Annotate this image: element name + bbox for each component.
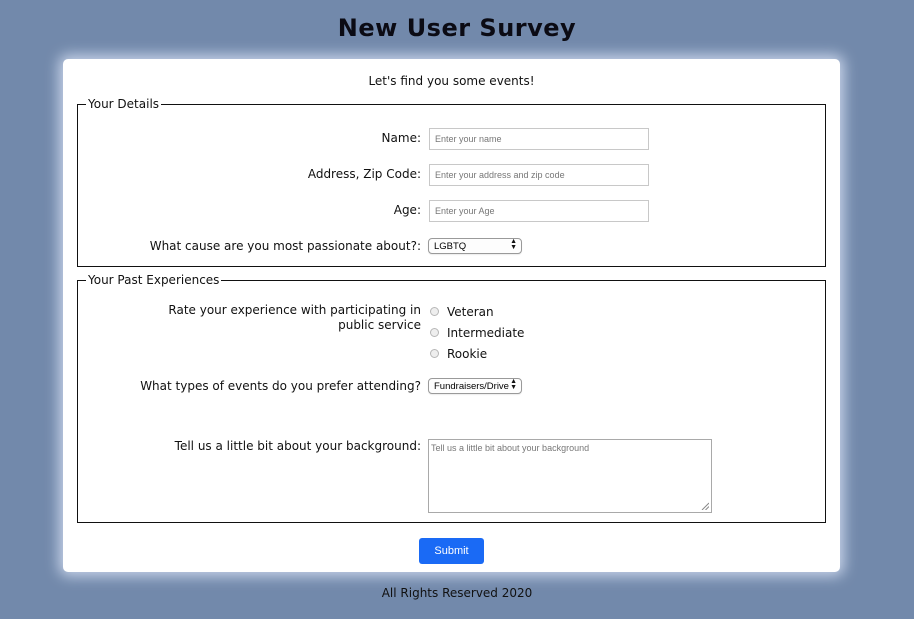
radio-circle[interactable]	[430, 349, 439, 358]
age-label: Age:	[393, 203, 421, 217]
name-label: Name:	[381, 131, 421, 145]
rating-label: Rate your experience with participating …	[168, 303, 421, 332]
address-label: Address, Zip Code:	[307, 167, 421, 181]
background-placeholder: Tell us a little bit about your backgrou…	[431, 443, 590, 453]
radio-rookie-label: Rookie	[447, 347, 488, 361]
submit-button[interactable]: Submit	[419, 538, 484, 564]
cause-label: What cause are you most passionate about…	[149, 239, 421, 253]
address-input[interactable]: Enter your address and zip code	[429, 164, 649, 186]
updown-arrows-icon: ▲ ▼	[510, 238, 517, 251]
radio-veteran[interactable]: Veteran	[430, 305, 494, 321]
events-select[interactable]: Fundraisers/Drive ▲ ▼	[428, 378, 522, 394]
name-input[interactable]: Enter your name	[429, 128, 649, 150]
radio-circle[interactable]	[430, 328, 439, 337]
address-row: Address, Zip Code: Enter your address an…	[78, 164, 825, 186]
survey-card: Let's find you some events! Your Details…	[63, 59, 840, 572]
radio-intermediate[interactable]: Intermediate	[430, 326, 524, 342]
events-select-value: Fundraisers/Drive	[434, 381, 509, 392]
footer-text: All Rights Reserved 2020	[381, 586, 533, 600]
age-input[interactable]: Enter your Age	[429, 200, 649, 222]
cause-select[interactable]: LGBTQ ▲ ▼	[428, 238, 522, 254]
radio-circle[interactable]	[430, 307, 439, 316]
updown-arrows-icon: ▲ ▼	[509, 378, 517, 391]
your-details-legend: Your Details	[88, 97, 160, 111]
past-experiences-fieldset: Your Past Experiences Rate your experien…	[77, 273, 826, 523]
past-experiences-legend: Your Past Experiences	[88, 273, 220, 287]
resize-grip-icon[interactable]	[701, 502, 709, 510]
background-label: Tell us a little bit about your backgrou…	[174, 439, 421, 453]
radio-veteran-label: Veteran	[447, 305, 494, 319]
page-title: New User Survey	[337, 14, 577, 42]
cause-row: What cause are you most passionate about…	[78, 238, 825, 260]
radio-intermediate-label: Intermediate	[447, 326, 525, 340]
name-row: Name: Enter your name	[78, 128, 825, 150]
background-textarea[interactable]: Tell us a little bit about your backgrou…	[428, 439, 712, 513]
events-label: What types of events do you prefer atten…	[140, 379, 421, 393]
age-row: Age: Enter your Age	[78, 200, 825, 222]
cause-select-value: LGBTQ	[434, 241, 467, 252]
events-row: What types of events do you prefer atten…	[78, 378, 825, 400]
radio-rookie[interactable]: Rookie	[430, 347, 487, 363]
intro-text: Let's find you some events!	[368, 74, 535, 88]
your-details-fieldset: Your Details Name: Enter your name Addre…	[77, 97, 826, 267]
